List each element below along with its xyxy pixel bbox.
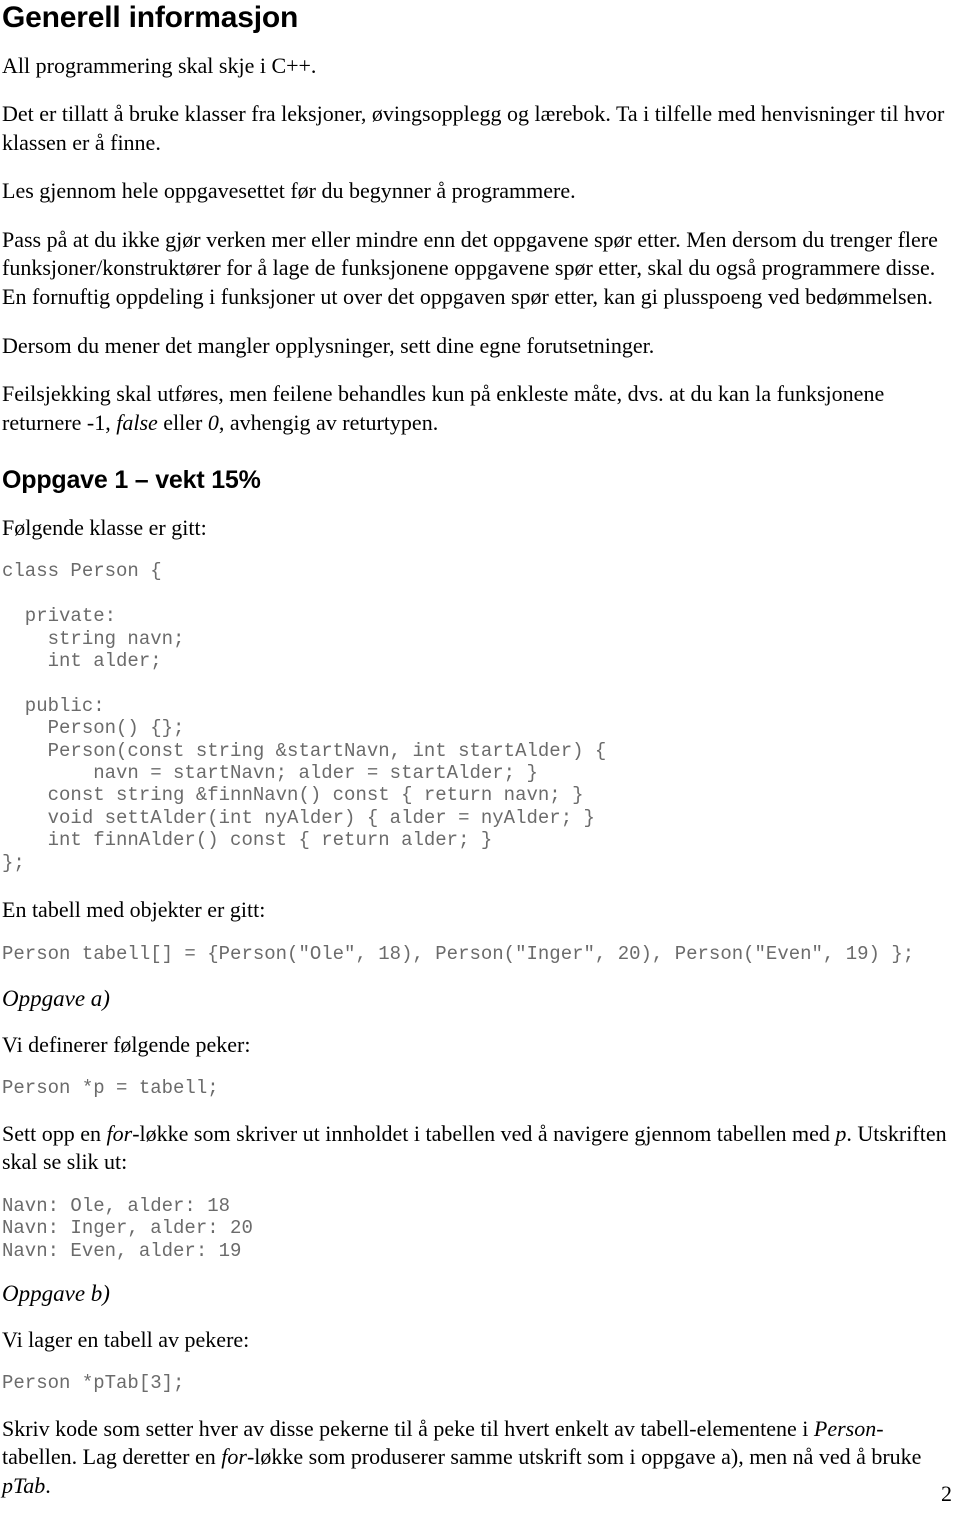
task-a-instruction: Sett opp en for-løkke som skriver ut inn…	[2, 1120, 956, 1177]
task-1-table-lead: En tabell med objekter er gitt:	[2, 896, 266, 922]
page-number: 2	[941, 1481, 952, 1506]
person-class-code-block: class Person { private: string navn; int…	[2, 560, 607, 874]
task-b-text-4: .	[45, 1472, 51, 1498]
intro-paragraph-1: All programmering skal skje i C++.	[2, 52, 317, 78]
intro-paragraph-3: Les gjennom hele oppgavesettet før du be…	[2, 178, 576, 204]
task-b-text-3: -løkke som produserer samme utskrift som…	[246, 1444, 922, 1470]
task-a-label: Oppgave a)	[2, 985, 110, 1011]
task-b-label: Oppgave b)	[2, 1280, 110, 1306]
page-title: Generell informasjon	[2, 1, 299, 34]
task-a-lead: Vi definerer følgende peker:	[2, 1031, 251, 1057]
intro-paragraph-6: Feilsjekking skal utføres, men feilene b…	[2, 380, 956, 437]
task-b-emphasis-ptab: pTab	[2, 1472, 46, 1498]
task-a-text-1: Sett opp en	[2, 1120, 107, 1146]
intro-paragraph-5: Dersom du mener det mangler opplysninger…	[2, 332, 655, 358]
intro-paragraph-4: Pass på at du ikke gjør verken mer eller…	[2, 226, 938, 310]
intro-paragraph-2: Det er tillatt å bruke klasser fra leksj…	[2, 101, 945, 155]
task-a-pointer-code: Person *p = tabell;	[2, 1077, 219, 1100]
intro-p6-text-3: , avhengig av returtypen.	[218, 409, 439, 435]
intro-p6-text-2: eller	[157, 409, 208, 435]
task-a-expected-output: Navn: Ole, alder: 18 Navn: Inger, alder:…	[2, 1194, 253, 1262]
task-b-lead: Vi lager en tabell av pekere:	[2, 1326, 250, 1352]
task-1-lead: Følgende klasse er gitt:	[2, 514, 207, 540]
document-page: Generell informasjon All programmering s…	[0, 0, 960, 1529]
task-b-text-1: Skriv kode som setter hver av disse peke…	[2, 1415, 814, 1441]
task-a-text-2: -løkke som skriver ut innholdet i tabell…	[132, 1120, 836, 1146]
task-a-emphasis-p: p	[835, 1120, 847, 1146]
task-1-heading: Oppgave 1 – vekt 15%	[2, 466, 261, 495]
task-b-emphasis-person: Person	[813, 1415, 877, 1441]
task-b-instruction: Skriv kode som setter hver av disse peke…	[2, 1415, 956, 1501]
person-table-code: Person tabell[] = {Person("Ole", 18), Pe…	[2, 942, 915, 965]
intro-p6-emphasis-false: false	[116, 409, 158, 435]
intro-p6-emphasis-zero: 0	[207, 409, 219, 435]
task-b-emphasis-for: for	[221, 1444, 247, 1470]
task-b-pointer-array-code: Person *pTab[3];	[2, 1372, 185, 1395]
task-a-emphasis-for: for	[106, 1120, 133, 1146]
